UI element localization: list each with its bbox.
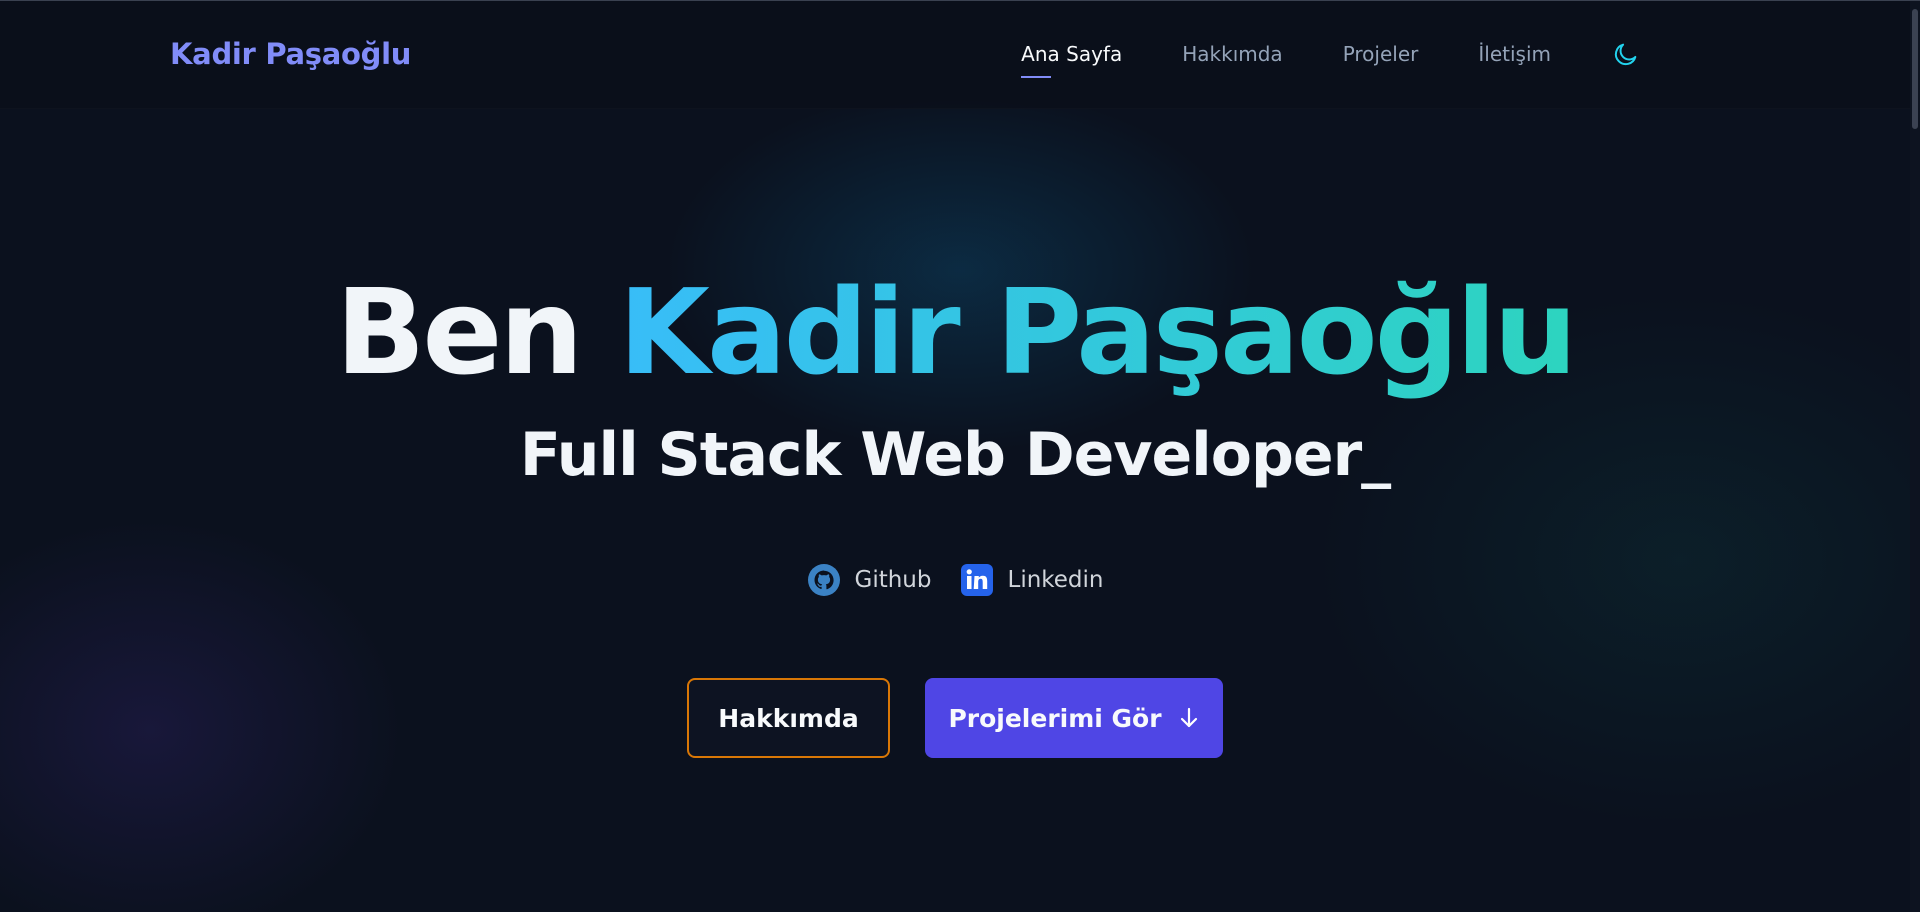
hero-title-intro: Ben: [335, 263, 583, 401]
hero-actions: Hakkımda Projelerimi Gör: [0, 678, 1910, 758]
scrollbar-thumb[interactable]: [1912, 9, 1918, 129]
main-nav: Ana Sayfa Hakkımda Projeler İletişim: [1021, 39, 1641, 78]
hero-subtitle: Full Stack Web Developer_: [519, 420, 1391, 490]
view-projects-button[interactable]: Projelerimi Gör: [925, 678, 1223, 758]
github-link[interactable]: Github: [807, 563, 932, 597]
brand-logo[interactable]: Kadir Paşaoğlu: [170, 37, 411, 71]
social-links: Github Linkedin: [0, 563, 1910, 597]
arrow-down-icon: [1178, 706, 1200, 730]
moon-icon: [1614, 43, 1637, 66]
nav-item-home[interactable]: Ana Sayfa: [1021, 42, 1122, 78]
about-button-label: Hakkımda: [718, 703, 859, 733]
hero-title: Ben Kadir Paşaoğlu: [0, 267, 1910, 398]
about-button[interactable]: Hakkımda: [687, 678, 890, 758]
nav-item-projects[interactable]: Projeler: [1343, 42, 1419, 66]
vertical-scrollbar[interactable]: [1910, 1, 1920, 912]
github-label: Github: [854, 567, 932, 593]
theme-toggle-button[interactable]: [1611, 39, 1641, 69]
page: Kadir Paşaoğlu Ana Sayfa Hakkımda Projel…: [0, 0, 1920, 912]
github-icon: [807, 563, 841, 597]
nav-item-about[interactable]: Hakkımda: [1182, 42, 1282, 66]
linkedin-link[interactable]: Linkedin: [960, 563, 1104, 597]
hero-title-name: Kadir Paşaoğlu: [618, 263, 1578, 401]
site-header: Kadir Paşaoğlu Ana Sayfa Hakkımda Projel…: [0, 1, 1910, 109]
linkedin-icon: [960, 563, 994, 597]
nav-item-contact[interactable]: İletişim: [1478, 42, 1551, 66]
linkedin-label: Linkedin: [1007, 567, 1104, 593]
view-projects-label: Projelerimi Gör: [948, 703, 1162, 733]
